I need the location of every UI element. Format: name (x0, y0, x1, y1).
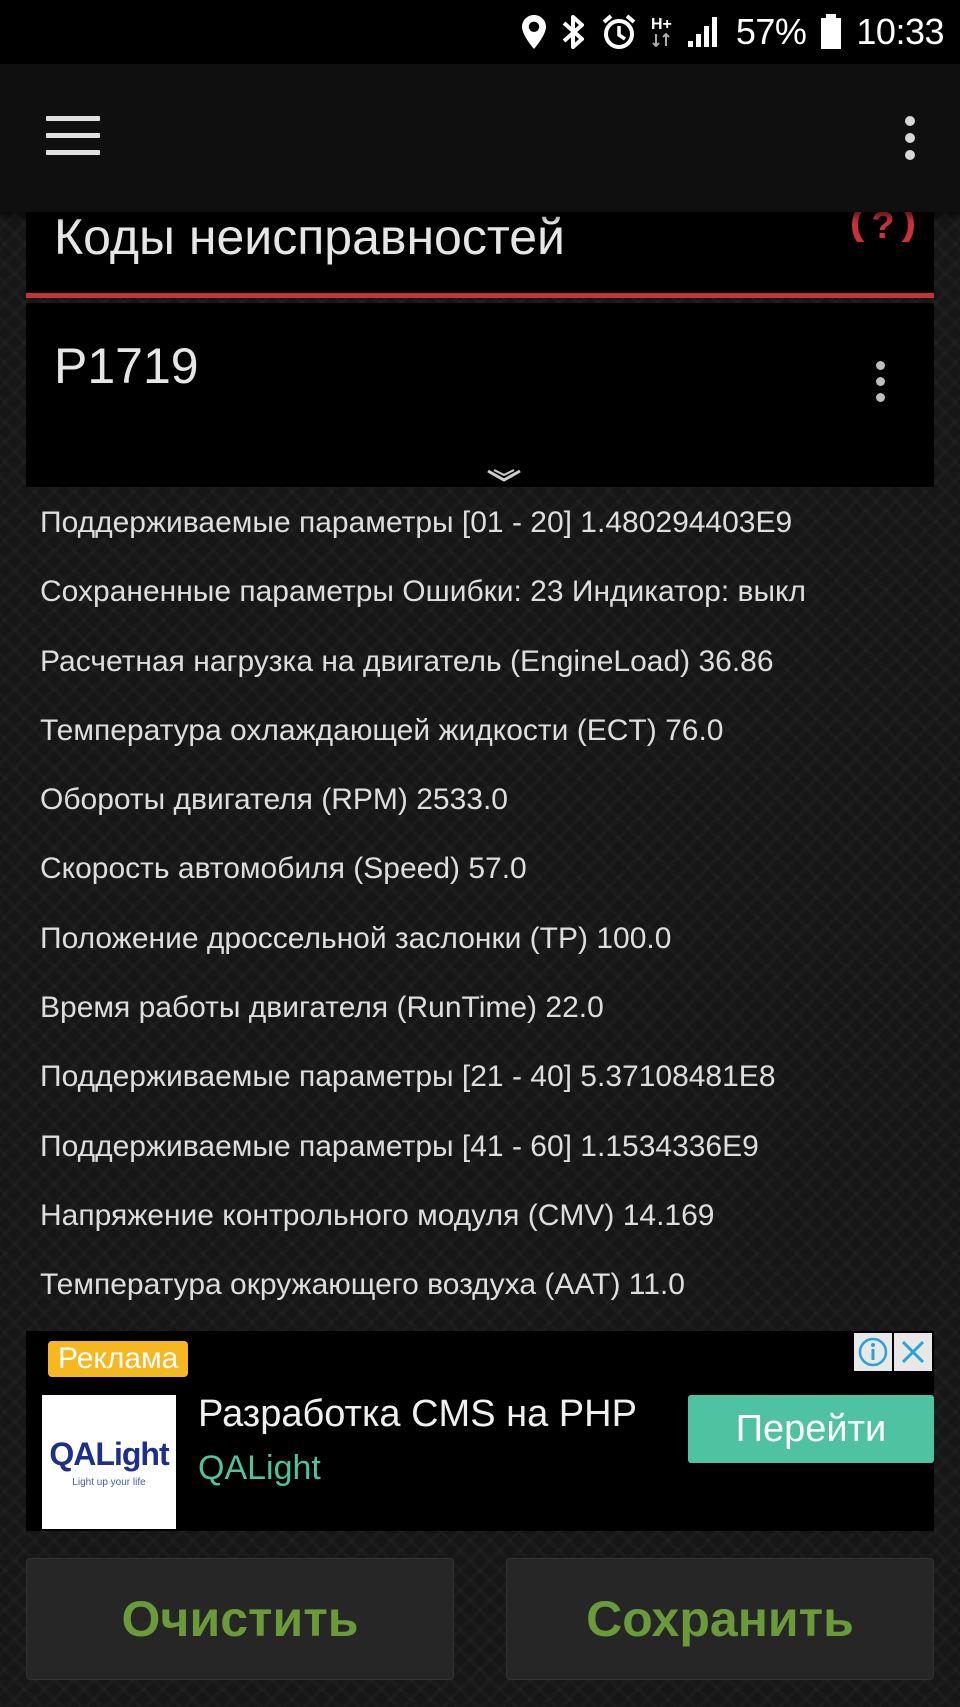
ad-badge: Реклама (48, 1341, 189, 1377)
location-icon (521, 14, 547, 50)
ad-cta-button[interactable]: Перейти (688, 1395, 934, 1463)
alarm-icon (601, 14, 637, 50)
status-bar: H+ 57% 10:33 (0, 0, 960, 64)
list-item: Время работы двигателя (RunTime) 22.0 (40, 991, 604, 1025)
list-item: Положение дроссельной заслонки (TP) 100.… (40, 921, 672, 955)
save-button[interactable]: Сохранить (506, 1558, 934, 1680)
logo-text: QALight (49, 1436, 169, 1472)
network-type-label: H+ (650, 16, 672, 33)
signal-icon (686, 15, 722, 49)
clear-button[interactable]: Очистить (26, 1558, 454, 1680)
list-item: Сохраненные параметры Ошибки: 23 Индикат… (40, 575, 806, 609)
parameter-list: Поддерживаемые параметры [01 - 20] 1.480… (40, 497, 940, 1329)
dtc-header-card: Коды неисправностей ? (26, 194, 934, 298)
page-title: Коды неисправностей (54, 209, 565, 265)
dtc-code: P1719 (54, 338, 199, 394)
ad-info-icon[interactable] (854, 1333, 892, 1371)
chevron-down-icon[interactable] (486, 467, 522, 483)
list-item: Поддерживаемые параметры [41 - 60] 1.153… (40, 1129, 759, 1163)
list-item: Поддерживаемые параметры [21 - 40] 5.371… (40, 1060, 776, 1094)
clock: 10:33 (856, 11, 944, 52)
list-item: Скорость автомобиля (Speed) 57.0 (40, 852, 527, 886)
hamburger-menu-icon[interactable] (46, 116, 100, 156)
ad-title[interactable]: Разработка CMS на PHP (198, 1393, 637, 1436)
list-item: Напряжение контрольного модуля (CMV) 14.… (40, 1198, 715, 1232)
list-item: Расчетная нагрузка на двигатель (EngineL… (40, 644, 774, 678)
battery-percent: 57% (735, 11, 807, 52)
list-item: Температура окружающего воздуха (AAT) 11… (40, 1268, 685, 1302)
overflow-menu-icon[interactable] (900, 116, 920, 162)
advertiser-logo[interactable]: QALight Light up your life (42, 1395, 176, 1529)
ad-brand[interactable]: QALight (198, 1449, 321, 1488)
list-item: Температура охлаждающей жидкости (ECT) 7… (40, 713, 724, 747)
bluetooth-icon (561, 13, 587, 51)
list-item: Обороты двигателя (RPM) 2533.0 (40, 783, 508, 817)
list-item: Поддерживаемые параметры [01 - 20] 1.480… (40, 506, 793, 539)
ad-close-icon[interactable] (894, 1333, 932, 1371)
network-type-icon: H+ (651, 17, 672, 47)
code-overflow-icon[interactable] (874, 361, 886, 405)
ad-banner[interactable]: Реклама QALight Light up your life Разра… (26, 1331, 934, 1531)
battery-icon (820, 14, 842, 50)
app-bar (0, 64, 960, 212)
logo-tagline: Light up your life (72, 1477, 146, 1488)
dtc-code-card[interactable]: P1719 (26, 303, 934, 487)
